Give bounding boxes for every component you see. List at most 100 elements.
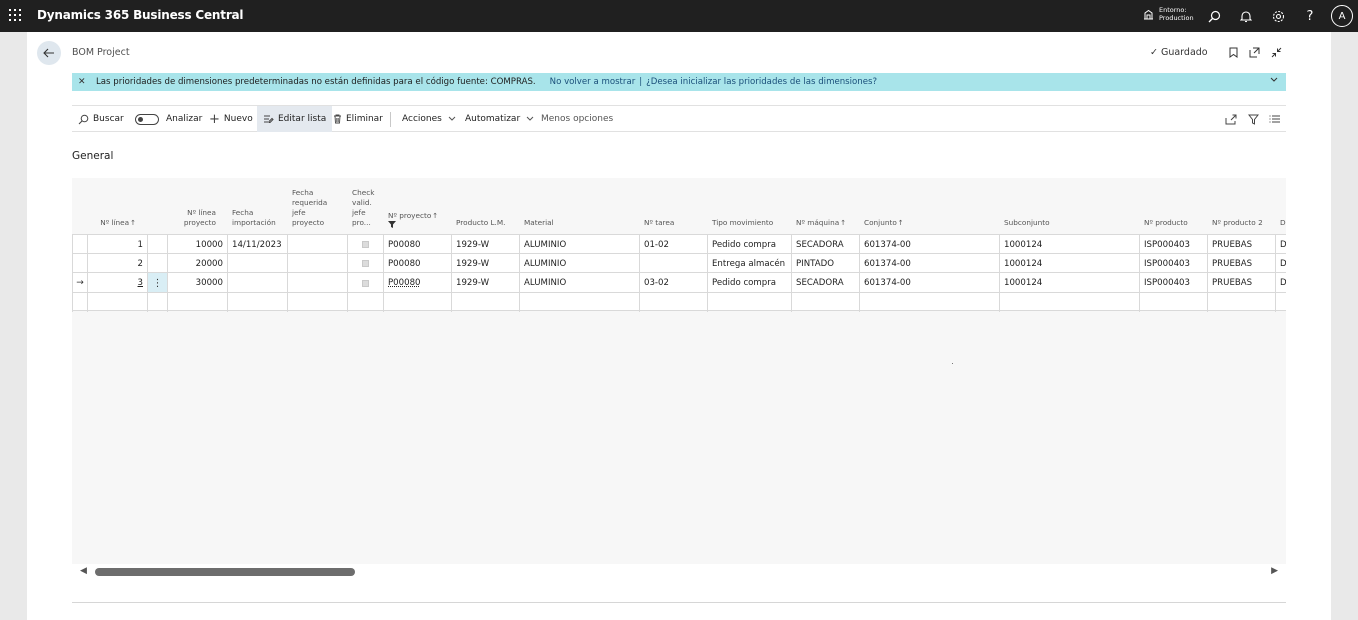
column-header-line-no[interactable]: Nº línea ↑ — [88, 178, 140, 234]
chevron-down-icon[interactable] — [1270, 76, 1278, 86]
column-header-required-date[interactable]: Fecha requerida jefe proyecto — [288, 178, 348, 234]
column-header-material[interactable]: Material — [520, 178, 640, 234]
column-header-task-no[interactable]: Nº tarea — [640, 178, 708, 234]
column-header-product-no-2[interactable]: Nº producto 2 — [1208, 178, 1276, 234]
cell-check[interactable] — [348, 235, 384, 254]
cell-import-date[interactable] — [228, 273, 288, 293]
column-header-product-no[interactable]: Nº producto — [1140, 178, 1208, 234]
cell-check[interactable] — [348, 273, 384, 293]
empty-cell[interactable] — [384, 293, 452, 312]
cell-line-no[interactable]: 2 — [88, 254, 148, 273]
table-row[interactable]: 2 20000 P00080 1929-W ALUMINIO Entrega a… — [72, 253, 1286, 273]
cell-movement-type[interactable]: Entrega almacén — [708, 254, 792, 273]
empty-cell[interactable] — [228, 293, 288, 312]
empty-cell[interactable] — [520, 293, 640, 312]
cell-description[interactable]: D — [1276, 254, 1286, 273]
horizontal-scrollbar[interactable]: ◀ ▶ — [72, 564, 1286, 580]
avatar[interactable]: A — [1331, 5, 1353, 27]
column-header-project-line-no[interactable]: Nº línea proyecto — [168, 178, 220, 234]
automate-menu[interactable]: Automatizar — [465, 106, 534, 132]
environment-indicator[interactable]: Entorno: Production — [1143, 6, 1194, 22]
row-indicator[interactable] — [72, 254, 88, 273]
empty-cell[interactable] — [288, 293, 348, 312]
cell-description[interactable]: D — [1276, 235, 1286, 254]
cell-task-no[interactable]: 03-02 — [640, 273, 708, 293]
cell-machine-no[interactable]: PINTADO — [792, 254, 860, 273]
column-header-movement-type[interactable]: Tipo movimiento — [708, 178, 792, 234]
cell-required-date[interactable] — [288, 254, 348, 273]
empty-cell[interactable] — [640, 293, 708, 312]
filter-icon[interactable] — [1248, 106, 1259, 132]
cell-line-no[interactable]: 1 — [88, 235, 148, 254]
column-header-machine-no[interactable]: Nº máquina ↑ — [792, 178, 860, 234]
cell-assembly[interactable]: 601374-00 — [860, 235, 1000, 254]
cell-required-date[interactable] — [288, 273, 348, 293]
delete-button[interactable]: Eliminar — [333, 106, 383, 132]
cell-description[interactable]: D — [1276, 273, 1286, 293]
cell-product-no-2[interactable]: PRUEBAS — [1208, 235, 1276, 254]
table-row-empty[interactable] — [72, 292, 1286, 312]
empty-cell[interactable] — [1276, 293, 1286, 312]
column-header-product-lm[interactable]: Producto L.M. — [452, 178, 520, 234]
row-indicator[interactable] — [72, 293, 88, 312]
empty-cell[interactable] — [1000, 293, 1140, 312]
collapse-icon[interactable] — [1269, 45, 1283, 59]
project-no-lookup[interactable]: P00080 — [388, 278, 421, 288]
cell-project-no[interactable]: P00080 — [384, 254, 452, 273]
cell-subassembly[interactable]: 1000124 — [1000, 235, 1140, 254]
search-button[interactable]: Buscar — [78, 106, 124, 132]
cell-line-no[interactable]: 3 — [88, 273, 148, 293]
cell-subassembly[interactable]: 1000124 — [1000, 254, 1140, 273]
share-icon[interactable] — [1225, 106, 1237, 132]
empty-cell[interactable] — [148, 293, 168, 312]
cell-project-line[interactable]: 20000 — [168, 254, 228, 273]
current-row-arrow-icon[interactable]: → — [72, 273, 88, 293]
cell-movement-type[interactable]: Pedido compra — [708, 235, 792, 254]
empty-cell[interactable] — [452, 293, 520, 312]
table-row[interactable]: 1 10000 14/11/2023 P00080 1929-W ALUMINI… — [72, 234, 1286, 254]
cell-assembly[interactable]: 601374-00 — [860, 273, 1000, 293]
empty-cell[interactable] — [168, 293, 228, 312]
empty-cell[interactable] — [708, 293, 792, 312]
cell-product-no[interactable]: ISP000403 — [1140, 235, 1208, 254]
cell-task-no[interactable] — [640, 254, 708, 273]
cell-assembly[interactable]: 601374-00 — [860, 254, 1000, 273]
cell-required-date[interactable] — [288, 235, 348, 254]
row-actions-icon[interactable]: ⋮ — [148, 273, 168, 293]
bookmark-icon[interactable] — [1226, 45, 1240, 59]
empty-cell[interactable] — [792, 293, 860, 312]
cell-machine-no[interactable]: SECADORA — [792, 235, 860, 254]
cell-material[interactable]: ALUMINIO — [520, 273, 640, 293]
cell-check[interactable] — [348, 254, 384, 273]
scrollbar-thumb[interactable] — [95, 568, 355, 576]
cell-product-no-2[interactable]: PRUEBAS — [1208, 254, 1276, 273]
empty-cell[interactable] — [348, 293, 384, 312]
column-header-import-date[interactable]: Fecha importación — [228, 178, 288, 234]
cell-product-no[interactable]: ISP000403 — [1140, 273, 1208, 293]
cell-product-lm[interactable]: 1929-W — [452, 235, 520, 254]
cell-product-lm[interactable]: 1929-W — [452, 273, 520, 293]
row-menu-cell[interactable] — [148, 254, 168, 273]
list-view-icon[interactable] — [1269, 106, 1280, 132]
table-row-selected[interactable]: → 3 ⋮ 30000 P00080 1929-W ALUMINIO 03-02… — [72, 272, 1286, 293]
row-indicator[interactable] — [72, 235, 88, 254]
new-button[interactable]: + Nuevo — [209, 106, 253, 132]
empty-cell[interactable] — [1140, 293, 1208, 312]
initialize-dimensions-link[interactable]: ¿Desea inicializar las prioridades de la… — [646, 77, 877, 87]
cell-project-line[interactable]: 10000 — [168, 235, 228, 254]
back-button[interactable] — [37, 41, 61, 65]
column-header-description[interactable]: D — [1276, 178, 1286, 234]
cell-project-no[interactable]: P00080 — [384, 235, 452, 254]
app-launcher-icon[interactable] — [9, 9, 23, 23]
cell-product-no[interactable]: ISP000403 — [1140, 254, 1208, 273]
cell-import-date[interactable]: 14/11/2023 — [228, 235, 288, 254]
cell-task-no[interactable]: 01-02 — [640, 235, 708, 254]
scroll-left-icon[interactable]: ◀ — [80, 566, 87, 576]
column-header-subassembly[interactable]: Subconjunto — [1000, 178, 1140, 234]
close-icon[interactable]: ✕ — [78, 77, 94, 87]
column-header-assembly[interactable]: Conjunto ↑ — [860, 178, 1000, 234]
cell-product-no-2[interactable]: PRUEBAS — [1208, 273, 1276, 293]
cell-project-no[interactable]: P00080 — [384, 273, 452, 293]
cell-import-date[interactable] — [228, 254, 288, 273]
empty-cell[interactable] — [1208, 293, 1276, 312]
